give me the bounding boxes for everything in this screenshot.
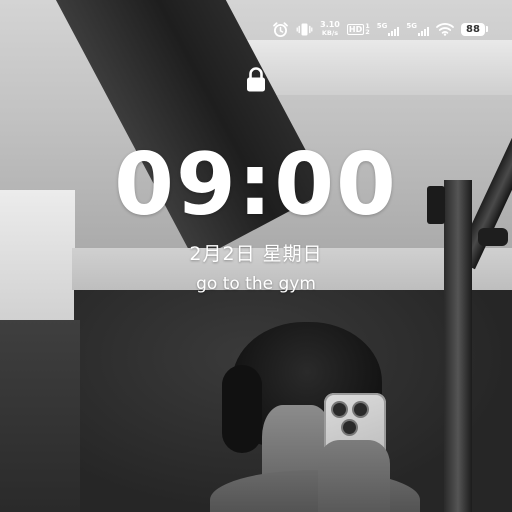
battery-icon: 88 xyxy=(461,22,488,36)
hd-sub-2: 2 xyxy=(365,28,370,36)
wallpaper-headphone xyxy=(222,365,262,453)
wallpaper-phone-camera xyxy=(343,421,356,434)
hd-voice-icon: HD 1 2 xyxy=(346,22,370,36)
wallpaper-phone-camera xyxy=(333,403,346,416)
lock-screen-memo[interactable]: go to the gym xyxy=(0,274,512,294)
sim1-network-label: 5G xyxy=(376,21,388,30)
signal-5g-sim1-icon: 5G xyxy=(376,21,400,36)
wifi-icon xyxy=(436,22,454,36)
lock-icon[interactable] xyxy=(245,66,267,94)
wallpaper-lower-left xyxy=(0,320,80,512)
lock-screen-clock: 09:00 xyxy=(114,135,398,235)
wallpaper-phone-camera xyxy=(354,403,367,416)
network-speed-indicator: 3.10 KB/s xyxy=(320,20,340,38)
lock-screen-date: 2月2日 星期日 xyxy=(189,243,323,265)
sim2-network-label: 5G xyxy=(406,21,417,30)
network-speed-unit: KB/s xyxy=(321,29,339,37)
signal-5g-sim2-icon: 5G xyxy=(406,21,429,36)
battery-level: 88 xyxy=(461,22,485,36)
hd-label: HD xyxy=(346,23,365,35)
vibrate-icon xyxy=(296,21,313,38)
alarm-icon xyxy=(272,21,289,38)
status-bar: 3.10 KB/s HD 1 2 5G 5G 88 xyxy=(272,17,488,41)
network-speed-value: 3.10 xyxy=(320,20,340,29)
wallpaper-hand xyxy=(318,440,390,512)
